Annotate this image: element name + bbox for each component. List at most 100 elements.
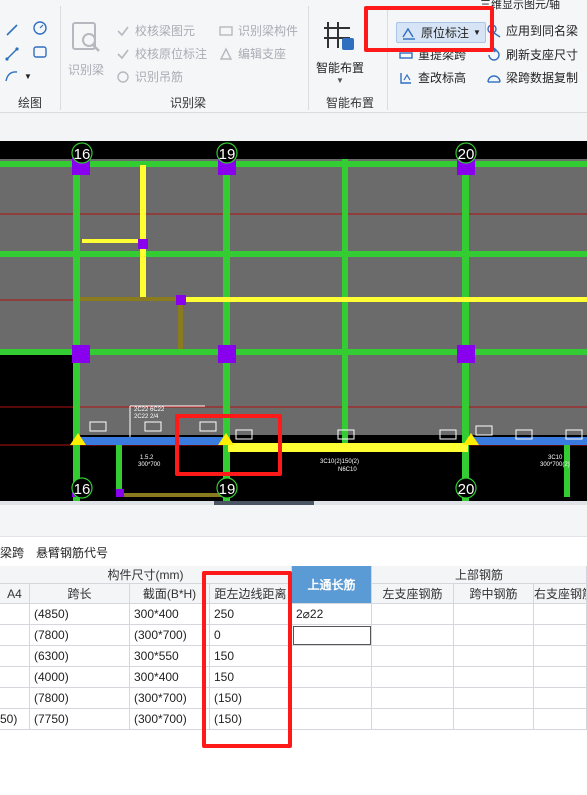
cell-a4[interactable] (0, 604, 30, 625)
beam-annotation: 300*700 (138, 462, 161, 468)
re-extract-beam-span-button[interactable]: 重提梁跨 (398, 46, 466, 63)
cell-section[interactable]: 300*550 (130, 646, 210, 667)
in-situ-annotation-icon (401, 25, 417, 41)
refresh-support-size-button[interactable]: 刷新支座尺寸 (486, 46, 578, 63)
cell-section[interactable]: (300*700) (130, 625, 210, 646)
table-header-mid-span-bar[interactable]: 跨中钢筋 (454, 584, 534, 604)
cell-left-offset[interactable]: (150) (210, 688, 292, 709)
draw-circle-button[interactable] (32, 20, 48, 36)
identify-beam-big-button[interactable]: 识别梁 (68, 20, 104, 78)
table-header-left-offset[interactable]: 距左边线距离 (210, 584, 292, 604)
identify-hanger-bar-button[interactable]: 识别吊筋 (115, 68, 183, 85)
cell-span-length[interactable]: (7750) (30, 709, 130, 730)
draw-rectangle-button[interactable] (32, 44, 48, 60)
cell-top-through-bar[interactable] (292, 625, 372, 646)
column (457, 345, 475, 363)
cell-mid-span-bar[interactable] (454, 604, 534, 625)
cell-left-support-bar[interactable] (372, 604, 454, 625)
structure-drawing: 2C22 6C22 2C22 2/4 1.5.2 300*700 3C10(2)… (0, 142, 587, 501)
cell-right-support-bar[interactable] (534, 709, 587, 730)
copy-span-data-button[interactable]: 梁跨数据复制 (486, 69, 578, 86)
tab-cantilever-rebar-code[interactable]: 悬臂钢筋代号 (36, 544, 108, 561)
elevation-icon (398, 70, 414, 86)
tab-beam-span[interactable]: 梁跨 (0, 544, 24, 561)
cell-left-offset[interactable]: 150 (210, 667, 292, 688)
smart-layout-button[interactable]: 智能布置 ▼ (316, 18, 364, 85)
cad-canvas[interactable]: 2C22 6C22 2C22 2/4 1.5.2 300*700 3C10(2)… (0, 141, 587, 501)
cell-left-offset[interactable]: 150 (210, 646, 292, 667)
cell-span-length[interactable]: (4850) (30, 604, 130, 625)
cell-right-support-bar[interactable] (534, 688, 587, 709)
dropdown-arrow-icon: ▼ (473, 28, 481, 37)
draw-arc-button[interactable]: ▼ (4, 68, 32, 84)
cell-left-support-bar[interactable] (372, 625, 454, 646)
identify-beam-component-button[interactable]: 识别梁构件 (218, 22, 298, 39)
edit-support-button[interactable]: 编辑支座 (218, 45, 286, 62)
secondary-beam-yellow (140, 165, 146, 301)
cell-a4[interactable] (0, 646, 30, 667)
edit-support-icon (218, 46, 234, 62)
cell-top-through-bar[interactable] (292, 688, 372, 709)
cell-top-through-bar[interactable] (292, 667, 372, 688)
cell-a4[interactable]: 50) (0, 709, 30, 730)
hanger-bar-icon (115, 69, 131, 85)
cell-right-support-bar[interactable] (534, 646, 587, 667)
dimension-text: 2C22 2/4 (134, 414, 159, 420)
check-in-situ-annotation-button[interactable]: 校核原位标注 (115, 45, 207, 62)
cell-span-length[interactable]: (7800) (30, 625, 130, 646)
3d-display-elements-button[interactable]: 三维显示图元/轴 (480, 0, 560, 12)
in-situ-annotation-button[interactable]: 原位标注 ▼ (396, 22, 486, 43)
table-header-section[interactable]: 截面(B*H) (130, 584, 210, 604)
cell-section[interactable]: (300*700) (130, 709, 210, 730)
cell-right-support-bar[interactable] (534, 604, 587, 625)
table-header[interactable]: A4 (0, 584, 30, 604)
axis-label: 19 (219, 481, 236, 498)
cell-mid-span-bar[interactable] (454, 646, 534, 667)
cell-section[interactable]: 300*400 (130, 667, 210, 688)
table-group-header: 上部钢筋 (372, 566, 587, 584)
beam-annotation: 300*700(2) (540, 462, 570, 468)
beam-vertical (564, 441, 570, 497)
panel-header-strip (0, 505, 587, 537)
cell-a4[interactable] (0, 667, 30, 688)
draw-line-button[interactable] (4, 22, 20, 38)
cell-top-through-bar[interactable]: 2⌀22 (292, 604, 372, 625)
group-label-draw: 绘图 (18, 96, 43, 110)
span-data-table: 构件尺寸(mm) 上通长筋 上部钢筋 A4 跨长 截面(B*H) 距左边线距离 … (0, 566, 587, 730)
check-beam-elements-button[interactable]: 校核梁图元 (115, 22, 195, 39)
table-header-left-support-bar[interactable]: 左支座钢筋 (372, 584, 454, 604)
smart-layout-icon (322, 18, 358, 57)
draw-polyline-button[interactable] (4, 46, 20, 62)
cell-right-support-bar[interactable] (534, 625, 587, 646)
cell-right-support-bar[interactable] (534, 667, 587, 688)
table-header-right-support-bar[interactable]: 右支座钢筋 (534, 584, 587, 604)
cell-section[interactable]: 300*400 (130, 604, 210, 625)
table-header-span-length[interactable]: 跨长 (30, 584, 130, 604)
column (72, 345, 90, 363)
cell-left-support-bar[interactable] (372, 709, 454, 730)
cell-top-through-bar[interactable] (292, 646, 372, 667)
beam-component-icon (218, 23, 234, 39)
axis-label: 16 (74, 146, 91, 163)
cell-left-support-bar[interactable] (372, 646, 454, 667)
cell-left-support-bar[interactable] (372, 667, 454, 688)
cell-a4[interactable] (0, 688, 30, 709)
cell-left-offset[interactable]: 0 (210, 625, 292, 646)
cell-span-length[interactable]: (6300) (30, 646, 130, 667)
cell-mid-span-bar[interactable] (454, 709, 534, 730)
cell-mid-span-bar[interactable] (454, 688, 534, 709)
line-icon (4, 22, 20, 38)
check-elevation-button[interactable]: 查改标高 (398, 69, 466, 86)
cell-span-length[interactable]: (4000) (30, 667, 130, 688)
cell-span-length[interactable]: (7800) (30, 688, 130, 709)
cell-mid-span-bar[interactable] (454, 667, 534, 688)
cell-left-offset[interactable]: (150) (210, 709, 292, 730)
cell-left-offset[interactable]: 250 (210, 604, 292, 625)
table-header-top-through-bar[interactable]: 上通长筋 (292, 566, 372, 604)
apply-same-name-beam-button[interactable]: 应用到同名梁 (486, 22, 578, 39)
cell-section[interactable]: (300*700) (130, 688, 210, 709)
cell-left-support-bar[interactable] (372, 688, 454, 709)
cell-top-through-bar[interactable] (292, 709, 372, 730)
cell-a4[interactable] (0, 625, 30, 646)
cell-mid-span-bar[interactable] (454, 625, 534, 646)
